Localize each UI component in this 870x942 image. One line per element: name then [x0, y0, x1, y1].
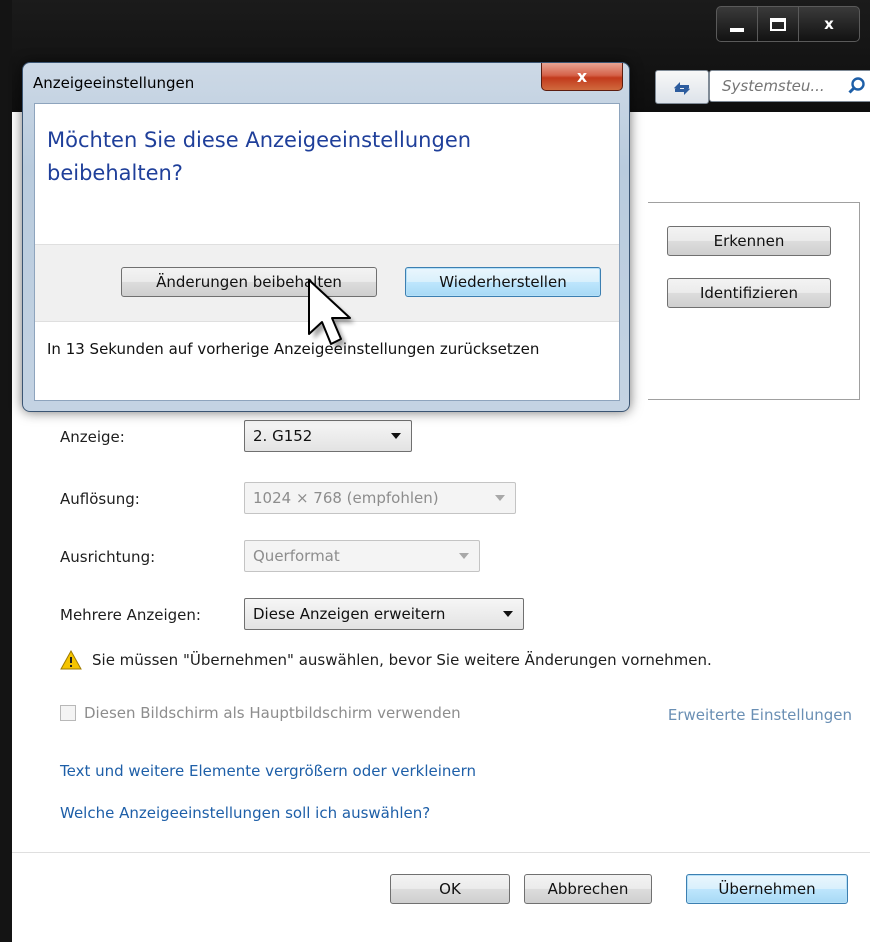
- close-label: x: [824, 15, 834, 33]
- orientation-label: Ausrichtung:: [60, 548, 156, 566]
- search-box[interactable]: [709, 70, 870, 102]
- detect-button[interactable]: Erkennen: [667, 226, 831, 256]
- identify-button[interactable]: Identifizieren: [667, 278, 831, 308]
- multi-display-select[interactable]: Diese Anzeigen erweitern: [244, 598, 524, 630]
- ok-button[interactable]: OK: [390, 874, 510, 904]
- close-button[interactable]: x: [799, 7, 859, 41]
- primary-display-label: Diesen Bildschirm als Hauptbildschirm ve…: [84, 704, 461, 722]
- dialog-body: Möchten Sie diese Anzeigeeinstellungen b…: [34, 103, 620, 401]
- chevron-down-icon: [391, 433, 401, 439]
- text-size-link[interactable]: Text und weitere Elemente vergrößern ode…: [60, 762, 476, 780]
- revert-button[interactable]: Wiederherstellen: [405, 267, 601, 297]
- warning-message: Sie müssen "Übernehmen" auswählen, bevor…: [60, 650, 712, 670]
- warning-icon: [60, 650, 82, 670]
- display-value: 2. G152: [253, 427, 313, 445]
- dialog-close-button[interactable]: x: [541, 63, 623, 91]
- which-settings-link[interactable]: Welche Anzeigeeinstellungen soll ich aus…: [60, 804, 430, 822]
- dialog-question: Möchten Sie diese Anzeigeeinstellungen b…: [47, 128, 472, 185]
- primary-display-checkbox[interactable]: [60, 705, 76, 721]
- minimize-button[interactable]: [717, 7, 758, 41]
- footer-divider: [12, 852, 870, 853]
- resolution-select[interactable]: 1024 × 768 (empfohlen): [244, 482, 516, 514]
- advanced-settings-link[interactable]: Erweiterte Einstellungen: [668, 706, 852, 724]
- maximize-icon: [770, 17, 786, 31]
- caption-buttons: x: [716, 6, 860, 42]
- warning-text: Sie müssen "Übernehmen" auswählen, bevor…: [92, 651, 712, 669]
- primary-display-checkbox-row[interactable]: Diesen Bildschirm als Hauptbildschirm ve…: [60, 704, 461, 722]
- chevron-down-icon: [459, 553, 469, 559]
- maximize-button[interactable]: [758, 7, 799, 41]
- minimize-icon: [730, 28, 744, 32]
- orientation-value: Querformat: [253, 547, 340, 565]
- apply-button[interactable]: Übernehmen: [686, 874, 848, 904]
- close-icon: x: [576, 67, 588, 86]
- cancel-button[interactable]: Abbrechen: [524, 874, 652, 904]
- chevron-down-icon: [503, 611, 513, 617]
- resolution-value: 1024 × 768 (empfohlen): [253, 489, 439, 507]
- chevron-down-icon: [495, 495, 505, 501]
- multi-display-label: Mehrere Anzeigen:: [60, 606, 201, 624]
- orientation-select[interactable]: Querformat: [244, 540, 480, 572]
- multi-display-value: Diese Anzeigen erweitern: [253, 605, 446, 623]
- refresh-button[interactable]: [655, 70, 709, 104]
- display-select[interactable]: 2. G152: [244, 420, 412, 452]
- search-icon[interactable]: [847, 76, 867, 96]
- search-input[interactable]: [720, 76, 844, 96]
- mouse-cursor-icon: [308, 279, 355, 349]
- keep-settings-dialog: Anzeigeeinstellungen x Möchten Sie diese…: [22, 62, 630, 412]
- dialog-title: Anzeigeeinstellungen: [33, 74, 195, 92]
- resolution-label: Auflösung:: [60, 490, 140, 508]
- refresh-icon: [674, 82, 690, 95]
- display-label: Anzeige:: [60, 428, 125, 446]
